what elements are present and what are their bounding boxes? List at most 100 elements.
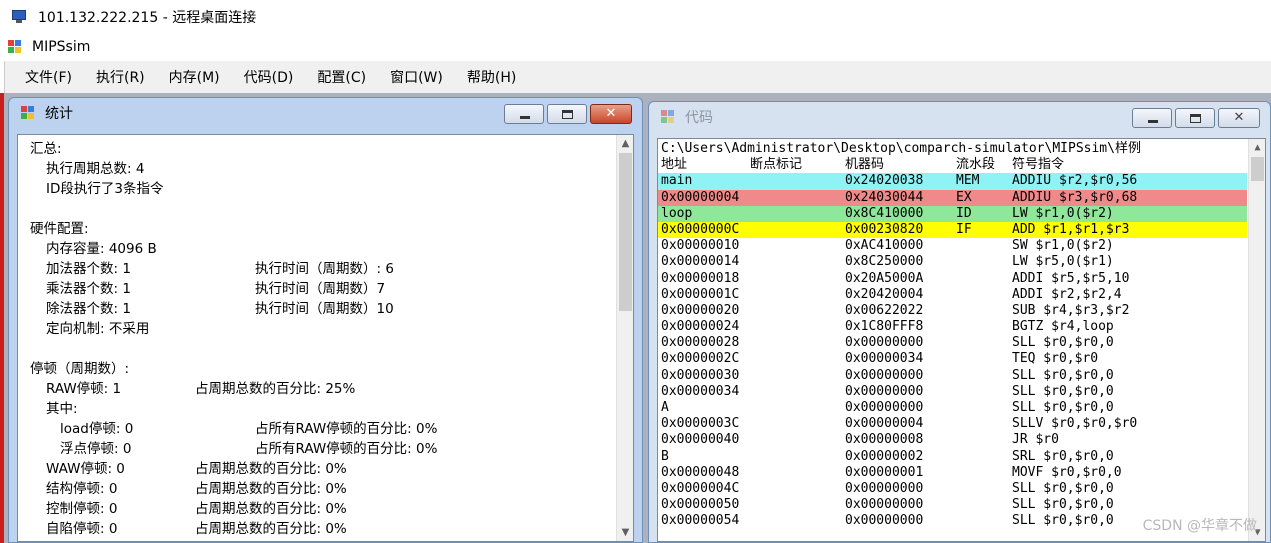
code-address: 0x00000050 — [661, 497, 740, 513]
code-stage: EX — [956, 189, 972, 205]
code-row[interactable]: 0x0000004C 0x00000000 SLL $r0,$r0,0 — [658, 481, 1247, 497]
code-instruction: SLL $r0,$r0,0 — [1012, 400, 1114, 415]
close-icon: ✕ — [1233, 110, 1245, 125]
stats-label: 加法器个数: 1 — [46, 261, 131, 277]
menu-window[interactable]: 窗口(W) — [378, 67, 455, 87]
app-title: MIPSsim — [32, 39, 91, 55]
code-row[interactable]: 0x0000003C 0x00000004 SLLV $r0,$r0,$r0 — [658, 416, 1247, 432]
code-instruction: SRL $r0,$r0,0 — [1012, 448, 1114, 464]
stats-value: 占周期总数的百分比: 25% — [195, 381, 356, 397]
code-row[interactable]: 0x00000040 0x00000008 JR $r0 — [658, 432, 1247, 448]
code-instruction: SLL $r0,$r0,0 — [1012, 513, 1114, 529]
code-address: 0x00000030 — [661, 367, 740, 383]
code-machine-code: 0x00000000 — [845, 513, 924, 529]
code-address: 0x00000014 — [661, 254, 740, 270]
code-window-title: 代码 — [685, 110, 713, 126]
code-row[interactable]: 0x00000018 0x20A5000A ADDI $r5,$r5,10 — [658, 271, 1247, 287]
code-row[interactable]: 0x00000048 0x00000001 MOVF $r0,$r0,0 — [658, 465, 1247, 481]
code-instruction: JR $r0 — [1012, 432, 1059, 448]
watermark: CSDN @华章不做 — [1142, 518, 1257, 534]
code-address: main — [661, 173, 693, 189]
code-row[interactable]: B 0x00000002 SRL $r0,$r0,0 — [658, 449, 1247, 465]
code-row[interactable]: 0x00000030 0x00000000 SLL $r0,$r0,0 — [658, 368, 1247, 384]
stats-label: 内存容量: 4096 B — [46, 241, 157, 257]
code-row[interactable]: 0x00000014 0x8C250000 LW $r5,0($r1) — [658, 254, 1247, 270]
code-address: loop — [661, 205, 693, 221]
code-row[interactable]: 0x00000028 0x00000000 SLL $r0,$r0,0 — [658, 335, 1247, 351]
stats-line: 浮点停顿: 0 占所有RAW停顿的百分比: 0% — [30, 439, 613, 459]
code-scroll-thumb[interactable] — [1251, 157, 1264, 181]
stats-line: WAW停顿: 0 占周期总数的百分比: 0% — [30, 459, 613, 479]
code-row[interactable]: 0x00000010 0xAC410000 SW $r1,0($r2) — [658, 238, 1247, 254]
stats-line: 停顿（周期数）: — [30, 359, 613, 379]
stats-label: 浮点停顿: 0 — [60, 441, 132, 457]
code-machine-code: 0x00000000 — [845, 335, 924, 351]
app-titlebar: MIPSsim — [0, 33, 1271, 61]
code-row[interactable]: 0x00000024 0x1C80FFF8 BGTZ $r4,loop — [658, 319, 1247, 335]
menu-code[interactable]: 代码(D) — [232, 67, 306, 87]
code-instruction: LW $r1,0($r2) — [1012, 205, 1114, 221]
stats-value: 执行时间（周期数）: 6 — [255, 261, 394, 277]
code-stage: ID — [956, 205, 972, 221]
code-row[interactable]: 0x00000020 0x00622022 SUB $r4,$r3,$r2 — [658, 303, 1247, 319]
stats-line: 控制停顿: 0 占周期总数的百分比: 0% — [30, 499, 613, 519]
scroll-down-icon[interactable]: ▼ — [617, 524, 633, 541]
code-close-button[interactable]: ✕ — [1218, 108, 1260, 128]
stats-label: 结构停顿: 0 — [46, 481, 118, 497]
code-address: 0x00000020 — [661, 302, 740, 318]
code-instruction: LW $r5,0($r1) — [1012, 254, 1114, 270]
code-row[interactable]: main 0x24020038 MEM ADDIU $r2,$r0,56 — [658, 173, 1247, 190]
code-maximize-button[interactable] — [1175, 108, 1215, 128]
code-machine-code: 0x00000002 — [845, 448, 924, 464]
maximize-icon — [562, 110, 573, 119]
scroll-up-icon[interactable]: ▲ — [617, 135, 633, 152]
code-row[interactable]: 0x00000034 0x00000000 SLL $r0,$r0,0 — [658, 384, 1247, 400]
code-row[interactable]: 0x0000001C 0x20420004 ADDI $r2,$r2,4 — [658, 287, 1247, 303]
menu-config[interactable]: 配置(C) — [305, 67, 378, 87]
code-row[interactable]: 0x0000002C 0x00000034 TEQ $r0,$r0 — [658, 351, 1247, 367]
stats-scrollbar[interactable]: ▲ ▼ — [616, 135, 633, 541]
menu-file[interactable]: 文件(F) — [13, 67, 84, 87]
stats-maximize-button[interactable] — [547, 104, 587, 124]
code-machine-code: 0x00000001 — [845, 464, 924, 480]
stats-line: 硬件配置: — [30, 219, 613, 239]
code-stage: IF — [956, 221, 972, 237]
code-address: B — [661, 448, 669, 464]
code-scrollbar[interactable]: ▲ ▼ — [1248, 139, 1265, 541]
menu-memory[interactable]: 内存(M) — [157, 67, 232, 87]
close-icon: ✕ — [605, 106, 617, 121]
stats-line: 加法器个数: 1 执行时间（周期数）: 6 — [30, 259, 613, 279]
code-address: 0x00000010 — [661, 238, 740, 254]
code-machine-code: 0x00000000 — [845, 383, 924, 399]
stats-window-title: 统计 — [45, 106, 73, 122]
stats-close-button[interactable]: ✕ — [590, 104, 632, 124]
code-instruction: ADDI $r5,$r5,10 — [1012, 270, 1130, 286]
code-minimize-button[interactable] — [1132, 108, 1172, 128]
code-machine-code: 0x8C410000 — [845, 205, 924, 221]
stats-minimize-button[interactable] — [504, 104, 544, 124]
code-instruction: SUB $r4,$r3,$r2 — [1012, 302, 1130, 318]
code-row[interactable]: 0x0000000C 0x00230820 IF ADD $r1,$r1,$r3 — [658, 221, 1247, 239]
code-row[interactable]: A 0x00000000 SLL $r0,$r0,0 — [658, 400, 1247, 416]
stats-value: 执行时间（周期数）10 — [255, 301, 394, 317]
code-address: 0x0000002C — [661, 351, 740, 367]
header-addr: 地址 — [661, 157, 688, 173]
code-row[interactable]: 0x00000050 0x00000000 SLL $r0,$r0,0 — [658, 497, 1247, 513]
stats-line: RAW停顿: 1 占周期总数的百分比: 25% — [30, 379, 613, 399]
remote-desktop-titlebar: 101.132.222.215 - 远程桌面连接 — [0, 0, 1271, 33]
code-instruction: SLL $r0,$r0,0 — [1012, 497, 1114, 513]
code-address: 0x0000001C — [661, 286, 740, 302]
code-rows: main 0x24020038 MEM ADDIU $r2,$r0,56 0x00000… — [658, 173, 1247, 529]
stats-scroll-thumb[interactable] — [619, 153, 632, 311]
code-row[interactable]: 0x00000004 0x24030044 EX ADDIU $r3,$r0,68 — [658, 189, 1247, 206]
menu-bar: 文件(F) 执行(R) 内存(M) 代码(D) 配置(C) 窗口(W) 帮助(H… — [4, 61, 1271, 93]
stats-label: 执行周期总数: 4 — [46, 161, 145, 177]
stats-label: WAW停顿: 0 — [46, 461, 125, 477]
app-icon — [8, 40, 24, 54]
code-row[interactable]: loop 0x8C410000 ID LW $r1,0($r2) — [658, 205, 1247, 222]
remote-desktop-icon — [12, 9, 30, 24]
menu-run[interactable]: 执行(R) — [84, 67, 157, 87]
scroll-up-icon[interactable]: ▲ — [1249, 139, 1265, 156]
menu-help[interactable]: 帮助(H) — [455, 67, 528, 87]
stats-line: 除法器个数: 1 执行时间（周期数）10 — [30, 299, 613, 319]
